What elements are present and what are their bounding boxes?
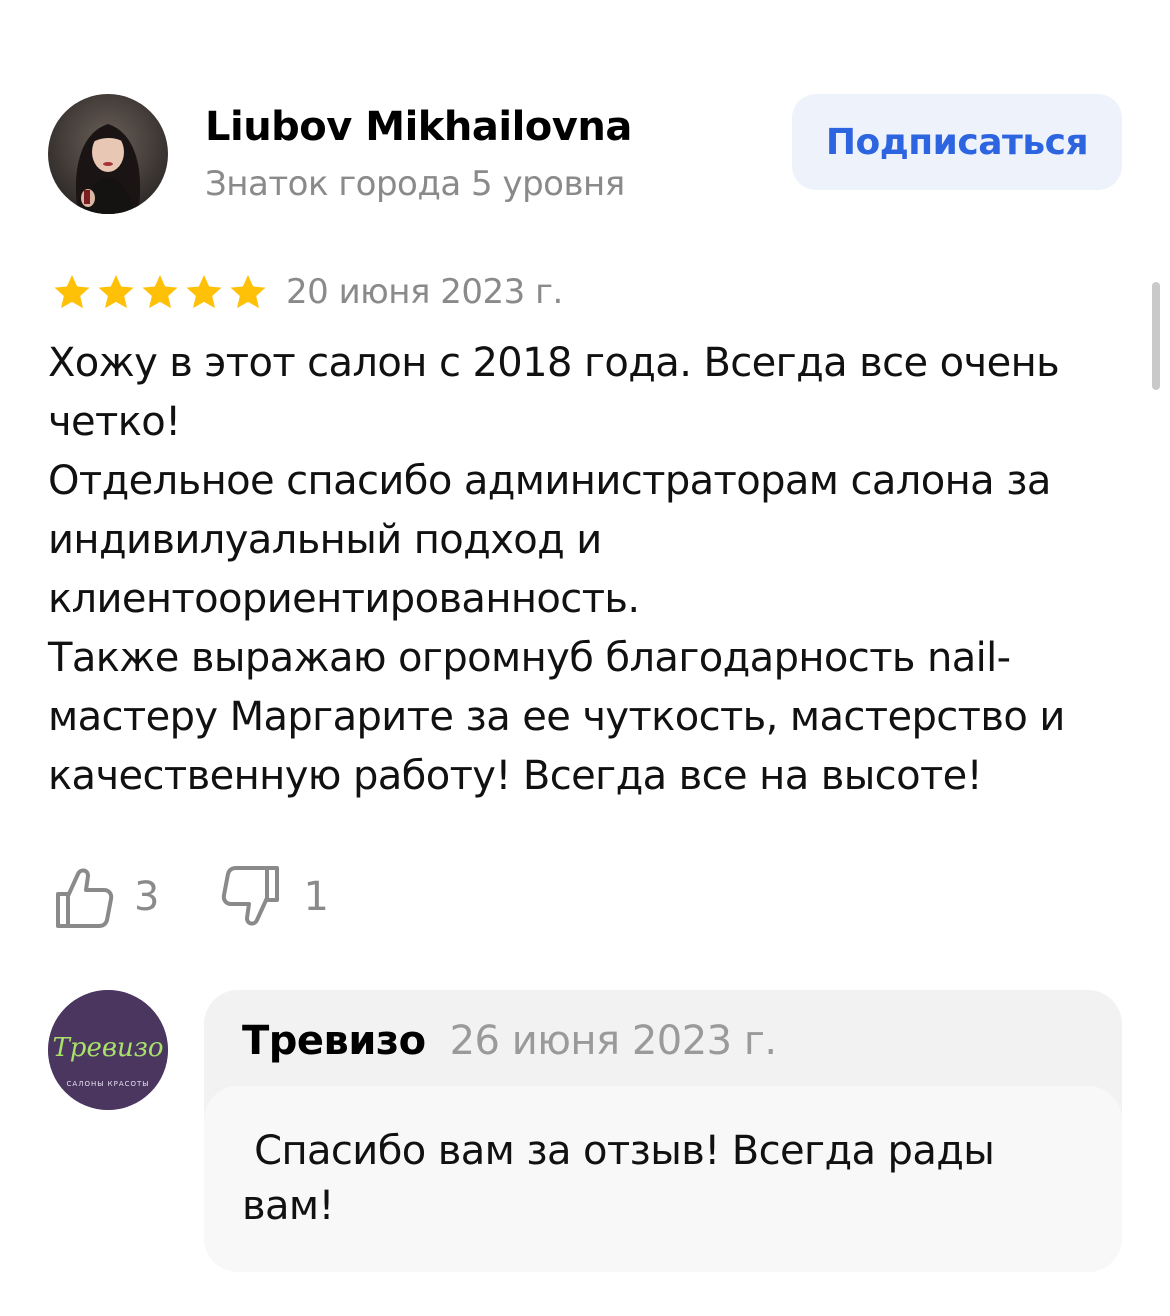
rating-row: 20 июня 2023 г. bbox=[52, 266, 563, 318]
thumbs-down-icon bbox=[222, 866, 280, 926]
review-paragraph: Также выражаю огромнуб благодарность nai… bbox=[48, 635, 1065, 799]
like-count: 3 bbox=[134, 874, 160, 920]
review-paragraph: Отдельное спасибо администраторам салона… bbox=[48, 458, 1051, 622]
star-icon bbox=[142, 275, 178, 309]
reply-body: Спасибо вам за отзыв! Всегда рады вам! bbox=[204, 1086, 1122, 1272]
thumbs-up-icon bbox=[56, 868, 114, 928]
business-avatar[interactable]: Тревизо САЛОНЫ КРАСОТЫ bbox=[48, 990, 168, 1110]
reply-text: Спасибо вам за отзыв! Всегда рады вам! bbox=[242, 1128, 1007, 1229]
star-icon bbox=[230, 275, 266, 309]
author-avatar[interactable] bbox=[48, 94, 168, 214]
reactions: 3 1 bbox=[52, 862, 329, 932]
reply-header: Тревизо 26 июня 2023 г. bbox=[242, 1018, 777, 1064]
star-icon bbox=[98, 275, 134, 309]
author-level: Знаток города 5 уровня bbox=[205, 164, 625, 204]
subscribe-button[interactable]: Подписаться bbox=[792, 94, 1122, 190]
business-logo-icon: Тревизо САЛОНЫ КРАСОТЫ bbox=[48, 990, 168, 1110]
review-date: 20 июня 2023 г. bbox=[286, 272, 563, 312]
reply-date: 26 июня 2023 г. bbox=[449, 1018, 777, 1064]
star-icon bbox=[54, 275, 90, 309]
scrollbar[interactable] bbox=[1152, 282, 1160, 390]
dislike-count: 1 bbox=[303, 874, 329, 920]
star-icon bbox=[186, 275, 222, 309]
rating-stars bbox=[52, 272, 268, 312]
review-text: Хожу в этот салон с 2018 года. Всегда вс… bbox=[48, 334, 1128, 806]
dislike-button[interactable]: 1 bbox=[221, 864, 329, 930]
logo-text: Тревизо bbox=[52, 1033, 163, 1063]
like-button[interactable]: 3 bbox=[52, 864, 159, 930]
user-photo-avatar-icon bbox=[48, 94, 168, 214]
business-reply: Тревизо 26 июня 2023 г. Спасибо вам за о… bbox=[204, 990, 1122, 1272]
logo-subtext: САЛОНЫ КРАСОТЫ bbox=[67, 1080, 150, 1088]
review-paragraph: Хожу в этот салон с 2018 года. Всегда вс… bbox=[48, 340, 1060, 445]
reply-author-name[interactable]: Тревизо bbox=[242, 1018, 426, 1064]
author-name[interactable]: Liubov Mikhailovna bbox=[205, 104, 632, 150]
